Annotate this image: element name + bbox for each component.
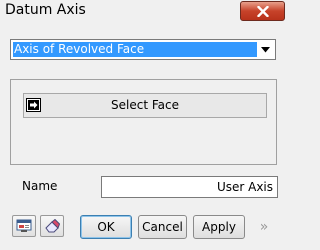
apply-button[interactable]: Apply: [193, 215, 245, 239]
close-button[interactable]: [240, 1, 285, 21]
close-icon: [256, 5, 269, 17]
clear-button[interactable]: [40, 215, 64, 237]
select-face-label: Select Face: [111, 98, 179, 112]
window-title: Datum Axis: [5, 2, 86, 18]
select-face-button[interactable]: Select Face: [23, 93, 267, 118]
dropdown-button[interactable]: [257, 41, 274, 58]
title-bar: Datum Axis: [0, 0, 288, 26]
name-label: Name: [22, 179, 58, 193]
eraser-icon: [45, 219, 60, 233]
ok-button[interactable]: OK: [80, 215, 132, 239]
preview-button[interactable]: [12, 215, 36, 237]
preview-icon: [16, 219, 32, 232]
axis-mode-dropdown[interactable]: Axis of Revolved Face: [10, 39, 276, 60]
expand-button[interactable]: »: [250, 215, 278, 239]
cancel-button[interactable]: Cancel: [138, 215, 187, 239]
name-field[interactable]: [101, 176, 278, 198]
chevron-down-icon: [261, 46, 270, 52]
selection-panel: Select Face: [10, 79, 277, 165]
axis-mode-value: Axis of Revolved Face: [13, 42, 257, 57]
